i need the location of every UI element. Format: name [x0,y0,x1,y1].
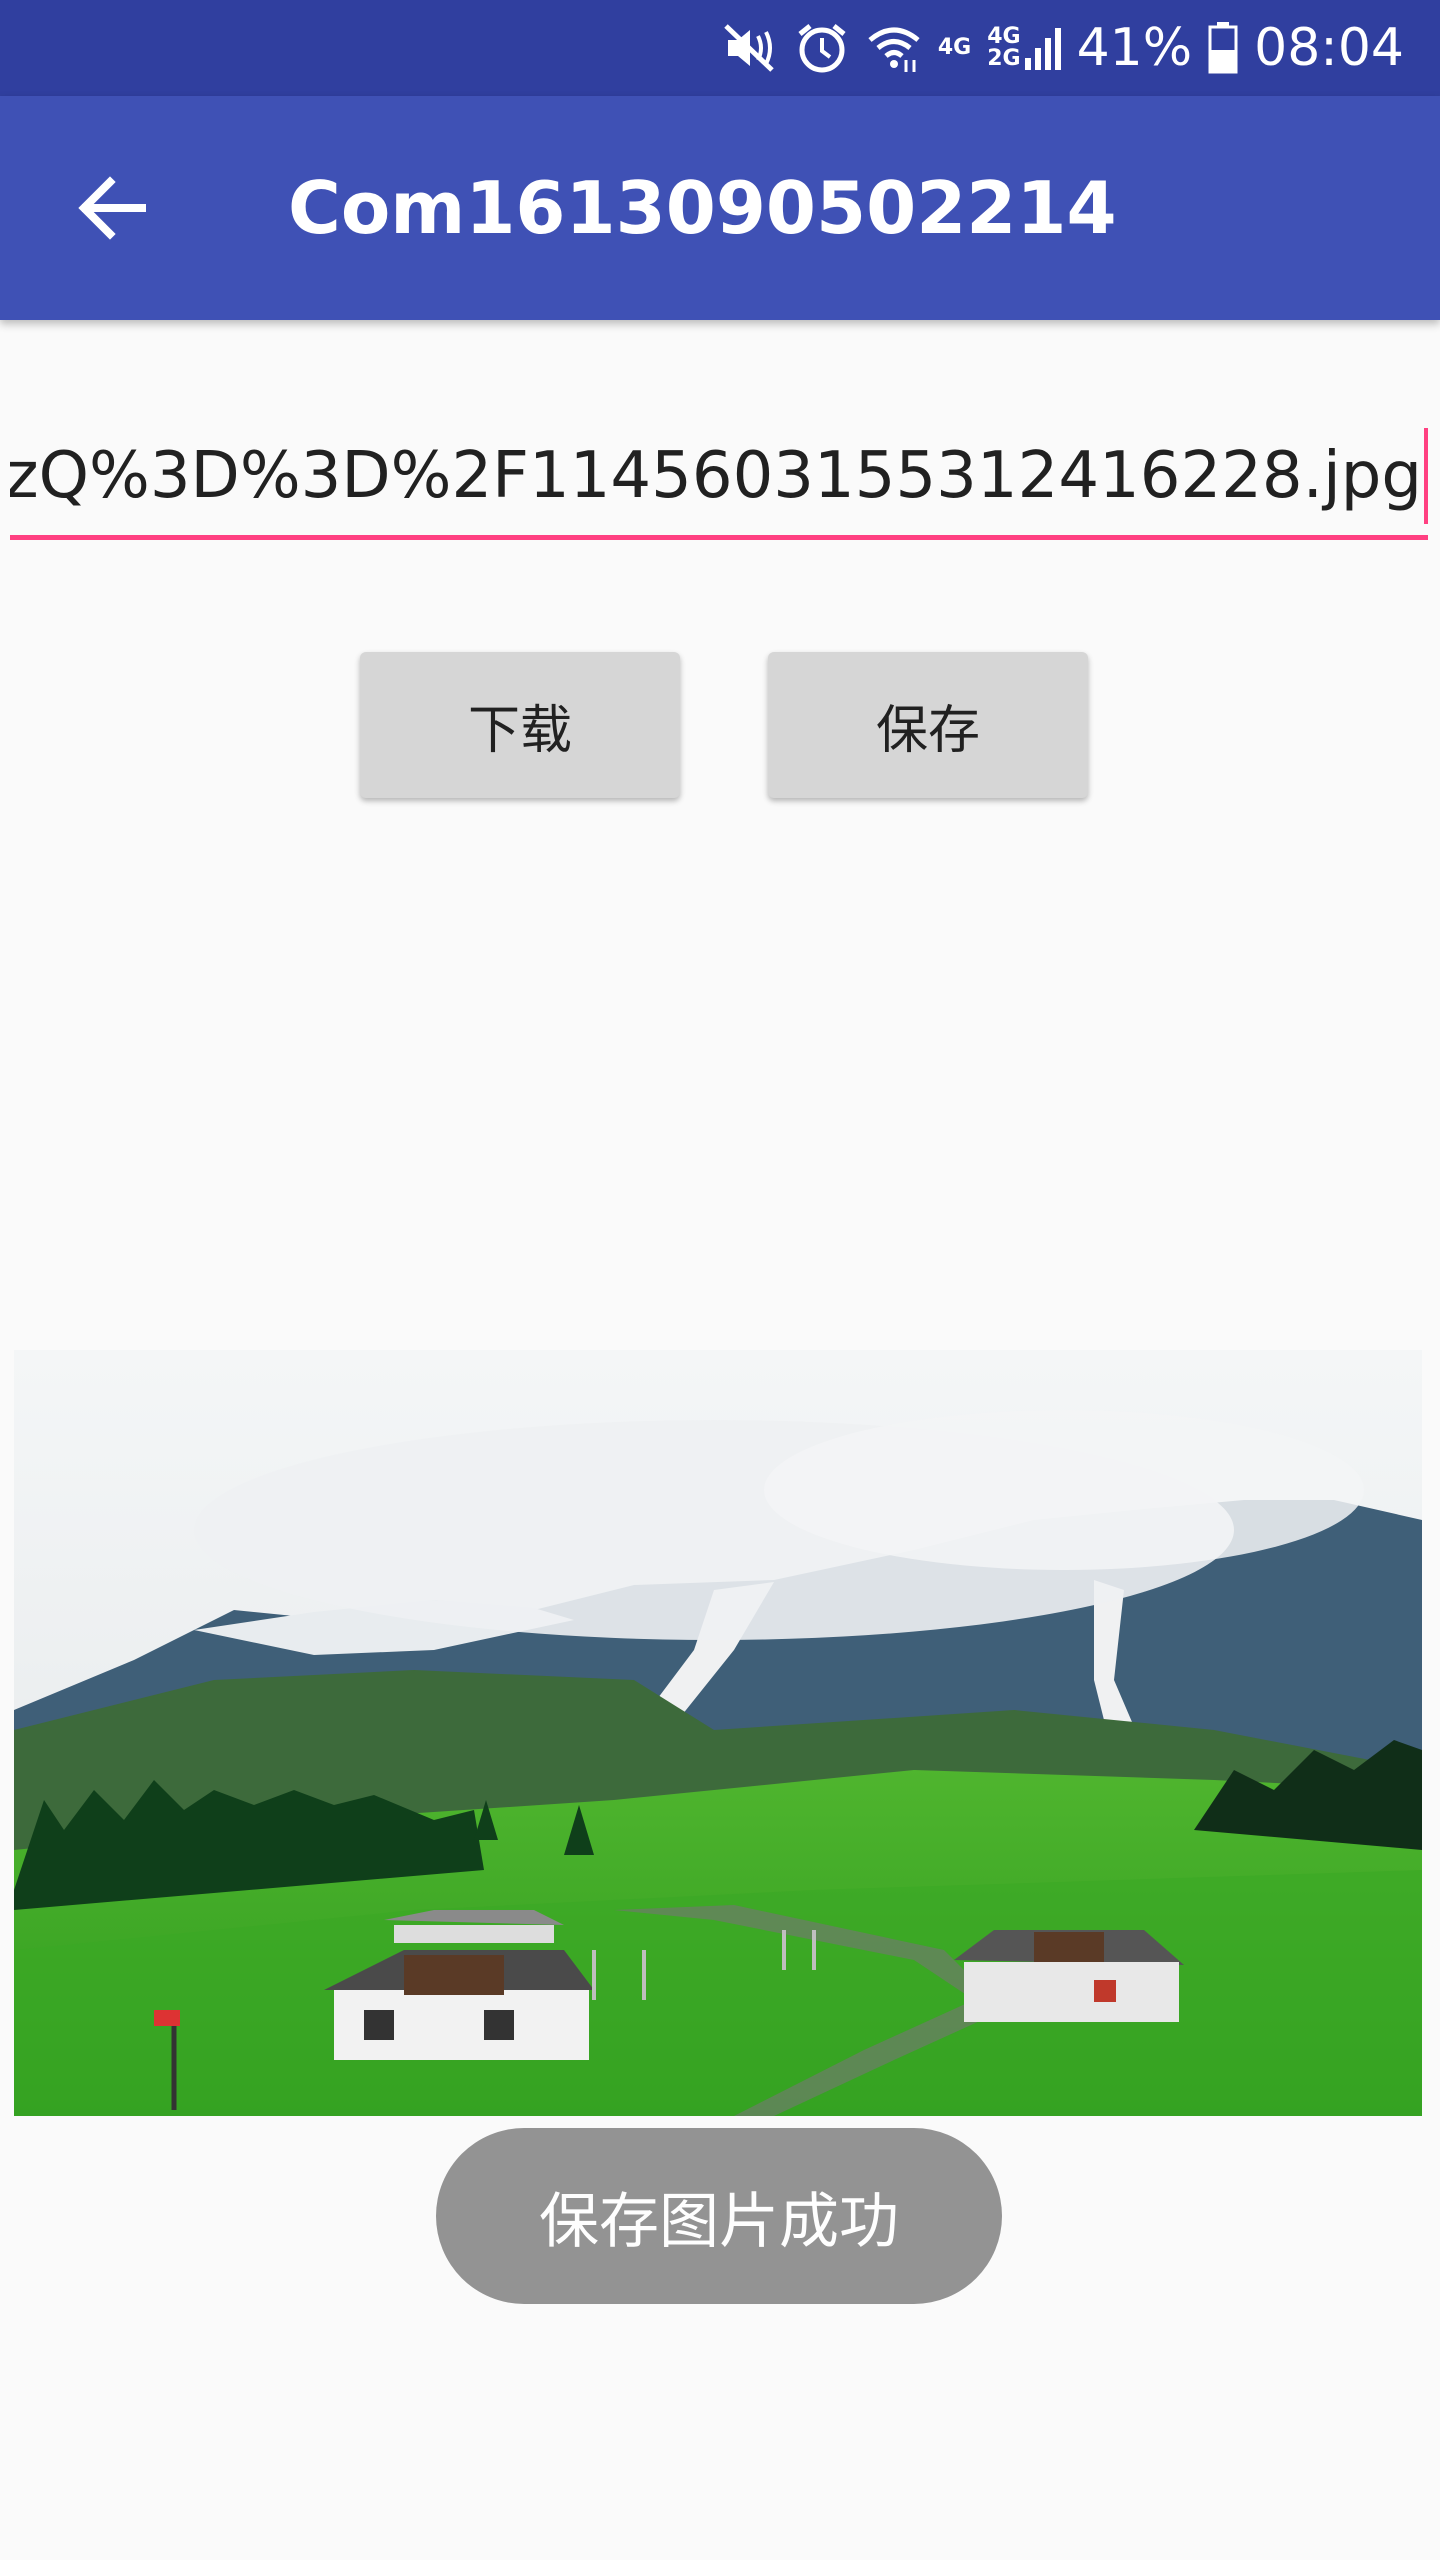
text-cursor [1424,428,1428,524]
mute-vibrate-icon [724,24,774,72]
download-button[interactable]: 下载 [360,652,680,798]
network-4g-label-2: 4G [987,24,1021,49]
network-4g-label: 4G [937,35,972,60]
battery-icon [1208,22,1238,74]
back-button[interactable] [48,144,176,272]
status-icons: 4G 4G 2G 41% 08:04 [722,0,1404,96]
url-input-value: ...YzQ%3D%3D%2F1145603155312416228.jpg [10,439,1422,513]
alarm-icon [798,24,846,73]
battery-percent: 41% [1076,18,1193,78]
toast-message: 保存图片成功 [436,2128,1002,2304]
wifi-icon [868,27,920,72]
app-bar: Com1613090502214 [0,96,1440,320]
url-input[interactable]: ...YzQ%3D%3D%2F1145603155312416228.jpg [10,420,1428,540]
network-2g-label: 2G [987,46,1021,71]
save-button[interactable]: 保存 [768,652,1088,798]
cell-signal-icon [1024,28,1061,70]
page-title: Com1613090502214 [288,166,1117,250]
arrow-back-icon [78,176,146,240]
landscape-photo [14,1350,1422,2116]
signal-4g-2g-icon: 4G 2G [987,24,1061,71]
status-time: 08:04 [1254,18,1404,78]
status-bar: 4G 4G 2G 41% 08:04 [0,0,1440,96]
downloaded-image [14,1350,1422,2116]
